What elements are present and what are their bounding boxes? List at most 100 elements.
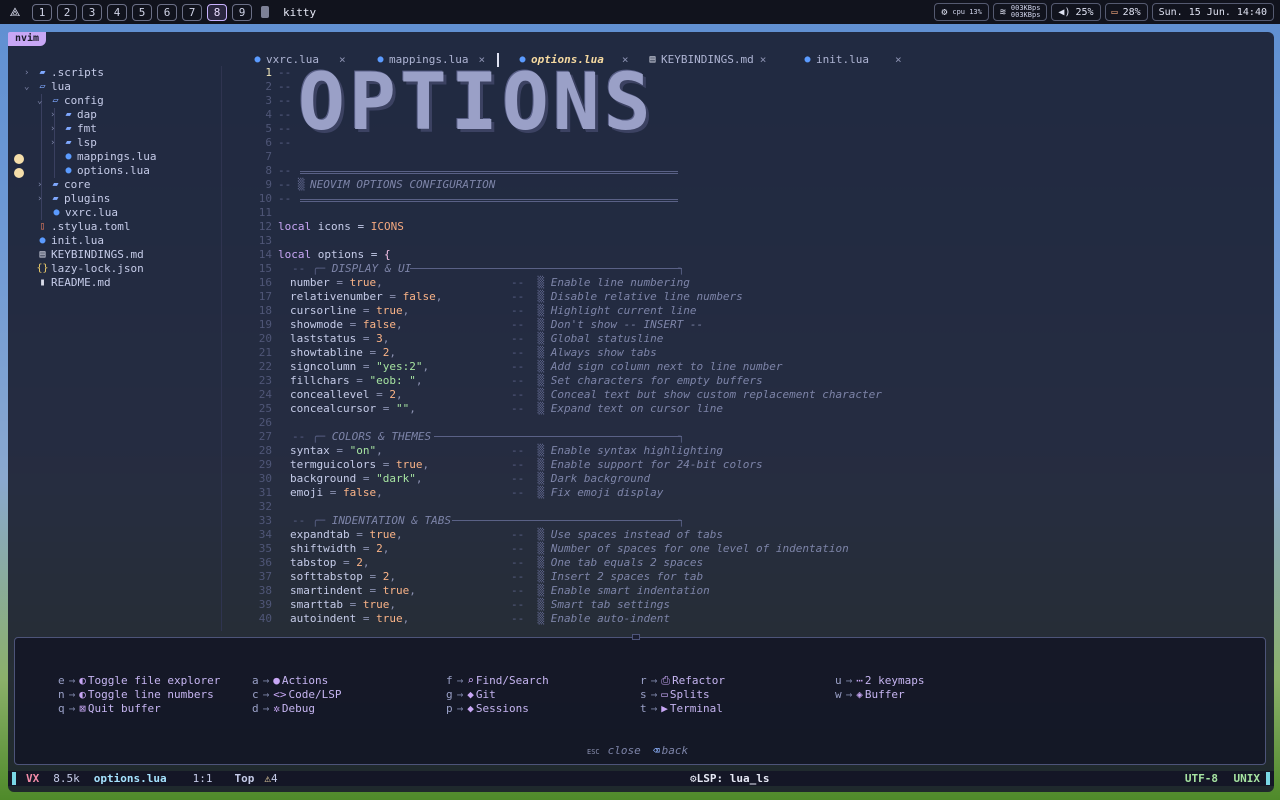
tree-item-scripts[interactable]: › ▰ .scripts [24,66,104,80]
comma: , [376,444,383,457]
tree-item-lsp[interactable]: › ▰ lsp [50,136,97,150]
folder-icon: ▰ [65,109,72,120]
which-key-item[interactable]: w → ◈ Buffer [835,688,905,702]
tree-item-config[interactable]: ⌄ ▱ config [37,94,104,108]
option-line: showtabline = 2, [290,346,396,360]
tab-init[interactable]: ● init.lua × [801,53,902,67]
which-key-item[interactable]: u → ⋯ 2 keymaps [835,674,924,688]
workspace-6[interactable]: 6 [157,3,177,21]
which-key-item[interactable]: c → <> Code/LSP [252,688,341,702]
arrow-icon: → [68,674,76,687]
tab-keybindings[interactable]: ▤ KEYBINDINGS.md × [646,53,766,67]
workspace-9[interactable]: 9 [232,3,252,21]
key-hint: t [640,702,647,715]
close-icon[interactable]: × [895,53,902,67]
key-label: Buffer [864,688,905,701]
key-hint: e [58,674,65,687]
tree-item-init[interactable]: ● init.lua [36,234,104,248]
battery-widget[interactable]: ▭ 28% [1104,3,1148,21]
option-key: background [290,472,357,485]
option-comment: -- ▒ One tab equals 2 spaces [511,556,703,570]
workspace-1[interactable]: 1 [32,3,52,21]
network-widget[interactable]: ≋ 003KBps 003KBps [992,3,1048,21]
back-hint[interactable]: ⌫ back [653,744,688,757]
comment-text: Disable relative line numbers [550,290,743,303]
option-line: conceallevel = 2, [290,388,403,402]
which-key-item[interactable]: e → ◐ Toggle file explorer [58,674,220,688]
tree-item-readme[interactable]: ▮ README.md [36,276,111,290]
tree-item-lua[interactable]: ⌄ ▱ lua [24,80,71,94]
volume-widget[interactable]: ◀) 25% [1051,3,1101,21]
which-key-item[interactable]: p → ◆ Sessions [446,702,529,716]
option-comment: -- ▒ Fix emoji display [511,486,663,500]
workspace-2[interactable]: 2 [57,3,77,21]
comment-text: Global statusline [550,332,664,345]
operator: = [329,276,350,289]
battery-icon: ▭ [1111,6,1118,18]
comment-text: Highlight current line [550,304,697,317]
which-key-item[interactable]: n → ◐ Toggle line numbers [58,688,214,702]
arrow-icon: → [845,674,853,687]
line-number: 25 [258,402,272,415]
arch-logo-icon[interactable]: ⟁ [6,5,24,20]
tree-item-stylua[interactable]: ▯ .stylua.toml [36,220,130,234]
option-value: "" [395,402,410,415]
option-comment: -- ▒ Enable smart indentation [511,584,710,598]
which-key-item[interactable]: f → ⌕ Find/Search [446,674,549,688]
which-key-item[interactable]: g → ◆ Git [446,688,496,702]
close-hint[interactable]: ESC close [587,744,641,757]
tree-item-core[interactable]: › ▰ core [37,178,91,192]
comma: , [395,528,403,541]
lua-file-icon: ● [65,165,72,176]
arrow-icon: → [68,688,76,701]
tree-item-lazylock[interactable]: {} lazy-lock.json [36,262,143,276]
key-label: Find/Search [475,674,549,687]
workspace-8[interactable]: 8 [207,3,227,21]
cpu-widget[interactable]: ⚙ cpu 13% [934,3,989,21]
which-key-item[interactable]: d → ✲ Debug [252,702,315,716]
cpu-icon: ⚙ [941,6,948,18]
line-number: 17 [258,290,272,303]
option-value: 2 [356,556,363,569]
tree-item-mappings[interactable]: ● mappings.lua [62,150,156,164]
workspace-5[interactable]: 5 [132,3,152,21]
line-number: 30 [258,472,272,485]
workspace-3[interactable]: 3 [82,3,102,21]
which-key-item[interactable]: q → ⊠ Quit buffer [58,702,161,716]
line-number: 39 [258,598,272,611]
option-line: termguicolors = true, [290,458,429,472]
option-value: false [362,318,396,331]
option-comment: -- ▒ Add sign column next to line number [511,360,783,374]
comment-marker: -- ▒ [511,570,551,583]
which-key-item[interactable]: s → ▭ Splits [640,688,710,702]
which-key-item[interactable]: r → ⎙ Refactor [640,674,725,688]
tree-item-options[interactable]: ● options.lua [62,164,150,178]
modified-indicator [14,168,24,178]
clock-widget[interactable]: Sun. 15 Jun. 14:40 [1151,3,1274,21]
option-key: shiftwidth [290,542,357,555]
workspace-7[interactable]: 7 [182,3,202,21]
line-number: 21 [258,346,272,359]
tree-item-keybindings[interactable]: ▤ KEYBINDINGS.md [36,248,143,262]
arrow-icon: → [456,674,464,687]
workspace-4[interactable]: 4 [107,3,127,21]
tree-item-label: core [64,178,91,191]
tree-item-dap[interactable]: › ▰ dap [50,108,97,122]
header-border-top [300,171,678,172]
tree-item-vxrc[interactable]: ● vxrc.lua [50,206,118,220]
close-icon[interactable]: × [760,53,767,67]
comment-marker: -- ▒ [511,290,551,303]
key-hint: a [252,674,259,687]
option-value: false [402,290,436,303]
file-size: 8.5k [53,772,80,785]
which-key-item[interactable]: a → ● Actions [252,674,328,688]
which-key-item[interactable]: t → ▶ Terminal [640,702,723,716]
lsp-status[interactable]: ⚙LSP: lua_ls [690,772,769,785]
tree-item-fmt[interactable]: › ▰ fmt [50,122,97,136]
warning-icon[interactable]: ⚠ [264,772,271,785]
option-value: true [382,584,410,597]
tree-item-plugins[interactable]: › ▰ plugins [37,192,110,206]
tree-item-label: README.md [51,276,111,289]
tree-item-label: options.lua [77,164,150,177]
icons-declaration: local icons = ICONS [278,220,404,234]
